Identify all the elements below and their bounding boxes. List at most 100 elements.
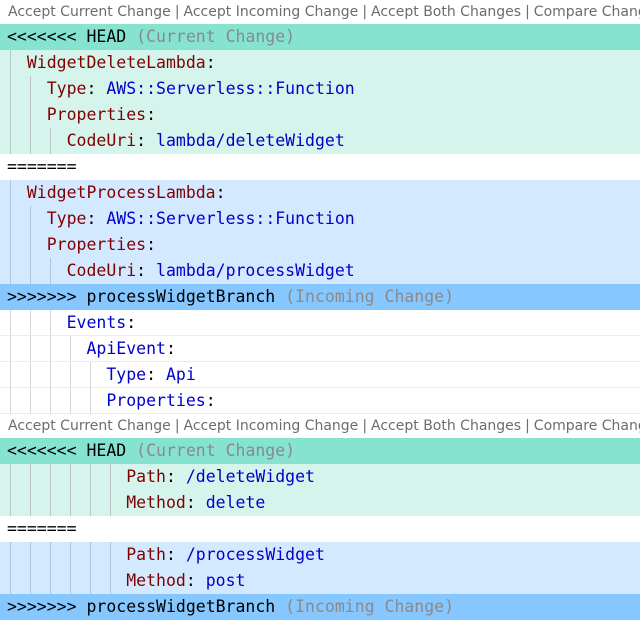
yaml-key: CodeUri bbox=[66, 131, 137, 150]
yaml-value: AWS::Serverless::Function bbox=[106, 79, 355, 98]
conflict-head-marker[interactable]: <<<<<<< HEAD (Current Change) bbox=[0, 24, 640, 50]
code-line[interactable]: CodeUri: lambda/deleteWidget bbox=[0, 128, 640, 154]
indent-guide bbox=[110, 464, 111, 490]
indent-guide bbox=[10, 258, 11, 284]
indent-guide bbox=[50, 336, 51, 361]
accept-both-changes-link[interactable]: Accept Both Changes bbox=[371, 4, 521, 20]
accept-both-changes-link[interactable]: Accept Both Changes bbox=[371, 418, 521, 434]
indent-guide bbox=[90, 490, 91, 516]
yaml-key: Method bbox=[126, 571, 186, 590]
merge-codelens-1: Accept Current Change | Accept Incoming Ch… bbox=[0, 0, 640, 24]
yaml-value: AWS::Serverless::Function bbox=[106, 209, 355, 228]
indent-guide bbox=[30, 490, 31, 516]
indent-guide bbox=[90, 464, 91, 490]
code-line[interactable]: Type: AWS::Serverless::Function bbox=[0, 76, 640, 102]
indent-guide bbox=[90, 362, 91, 387]
indent-guide bbox=[90, 542, 91, 568]
yaml-key: Type bbox=[46, 79, 87, 98]
indent-guide bbox=[70, 542, 71, 568]
indent-guide bbox=[50, 542, 51, 568]
yaml-key: Properties bbox=[46, 105, 147, 124]
head-marker-chars: <<<<<<< bbox=[7, 27, 77, 46]
code-line[interactable]: Type: AWS::Serverless::Function bbox=[0, 206, 640, 232]
code-line[interactable]: Method: post bbox=[0, 568, 640, 594]
code-line[interactable]: Type: Api bbox=[0, 362, 640, 388]
indent-guide bbox=[10, 232, 11, 258]
current-change-hint: (Current Change) bbox=[136, 27, 296, 46]
indent-guide bbox=[30, 336, 31, 361]
yaml-value: delete bbox=[205, 493, 266, 512]
incoming-branch-name: processWidgetBranch bbox=[86, 287, 276, 306]
indent-guide bbox=[30, 388, 31, 413]
code-line[interactable]: Path: /processWidget bbox=[0, 542, 640, 568]
indent-guide bbox=[30, 102, 31, 128]
indent-guide bbox=[10, 464, 11, 490]
yaml-value: /processWidget bbox=[185, 545, 325, 564]
indent-guide bbox=[10, 76, 11, 102]
yaml-key: Path bbox=[126, 467, 166, 486]
codelens-separator: | bbox=[174, 418, 180, 434]
code-line[interactable]: WidgetDeleteLambda: bbox=[0, 50, 640, 76]
yaml-key: Properties bbox=[106, 391, 206, 410]
indent-guide bbox=[10, 568, 11, 594]
indent-guide bbox=[50, 258, 51, 284]
yaml-value: /deleteWidget bbox=[185, 467, 315, 486]
conflict-incoming-marker[interactable]: >>>>>>> processWidgetBranch (Incoming Ch… bbox=[0, 284, 640, 310]
indent-guide bbox=[70, 568, 71, 594]
code-line[interactable]: Events: bbox=[0, 310, 640, 336]
indent-guide bbox=[50, 490, 51, 516]
yaml-value: Api bbox=[165, 365, 196, 384]
yaml-key: WidgetProcessLambda bbox=[26, 183, 216, 202]
yaml-key: Events bbox=[66, 313, 127, 332]
code-line[interactable]: ApiEvent: bbox=[0, 336, 640, 362]
yaml-key: Type bbox=[46, 209, 87, 228]
indent-guide bbox=[70, 388, 71, 413]
codelens-separator: | bbox=[174, 4, 180, 20]
incoming-change-hint: (Incoming Change) bbox=[285, 597, 455, 616]
head-label: HEAD bbox=[86, 441, 127, 460]
accept-current-change-link[interactable]: Accept Current Change bbox=[8, 418, 171, 434]
yaml-value: lambda/deleteWidget bbox=[156, 131, 345, 150]
indent-guide bbox=[50, 310, 51, 335]
indent-guide bbox=[70, 490, 71, 516]
code-line[interactable]: Properties: bbox=[0, 102, 640, 128]
indent-guide bbox=[90, 388, 91, 413]
indent-guide bbox=[10, 310, 11, 335]
conflict-divider[interactable]: ======= bbox=[0, 516, 640, 542]
code-line[interactable]: CodeUri: lambda/processWidget bbox=[0, 258, 640, 284]
compare-changes-link[interactable]: Compare Changes bbox=[534, 4, 640, 20]
indent-guide bbox=[10, 128, 11, 154]
indent-guide bbox=[90, 568, 91, 594]
indent-guide bbox=[30, 258, 31, 284]
indent-guide bbox=[10, 50, 11, 76]
code-line[interactable]: WidgetProcessLambda: bbox=[0, 180, 640, 206]
indent-guide bbox=[10, 102, 11, 128]
indent-guide bbox=[70, 464, 71, 490]
code-line[interactable]: Properties: bbox=[0, 232, 640, 258]
code-line[interactable]: Properties: bbox=[0, 388, 640, 414]
indent-guide bbox=[30, 128, 31, 154]
compare-changes-link[interactable]: Compare Changes bbox=[534, 418, 640, 434]
accept-current-change-link[interactable]: Accept Current Change bbox=[8, 4, 171, 20]
codelens-separator: | bbox=[362, 418, 368, 434]
divider-chars: ======= bbox=[7, 519, 77, 538]
indent-guide bbox=[50, 128, 51, 154]
editor-view[interactable]: Accept Current Change | Accept Incoming Ch… bbox=[0, 0, 640, 630]
yaml-value: post bbox=[205, 571, 246, 590]
accept-incoming-change-link[interactable]: Accept Incoming Change bbox=[184, 418, 359, 434]
conflict-head-marker[interactable]: <<<<<<< HEAD (Current Change) bbox=[0, 438, 640, 464]
indent-guide bbox=[110, 490, 111, 516]
indent-guide bbox=[110, 542, 111, 568]
indent-guide bbox=[50, 568, 51, 594]
indent-guide bbox=[10, 180, 11, 206]
code-line[interactable]: Method: delete bbox=[0, 490, 640, 516]
conflict-divider[interactable]: ======= bbox=[0, 154, 640, 180]
indent-guide bbox=[70, 336, 71, 361]
indent-guide bbox=[30, 362, 31, 387]
accept-incoming-change-link[interactable]: Accept Incoming Change bbox=[184, 4, 359, 20]
indent-guide bbox=[50, 388, 51, 413]
code-line[interactable]: Path: /deleteWidget bbox=[0, 464, 640, 490]
conflict-incoming-marker[interactable]: >>>>>>> processWidgetBranch (Incoming Ch… bbox=[0, 594, 640, 620]
indent-guide bbox=[10, 206, 11, 232]
indent-guide bbox=[10, 490, 11, 516]
